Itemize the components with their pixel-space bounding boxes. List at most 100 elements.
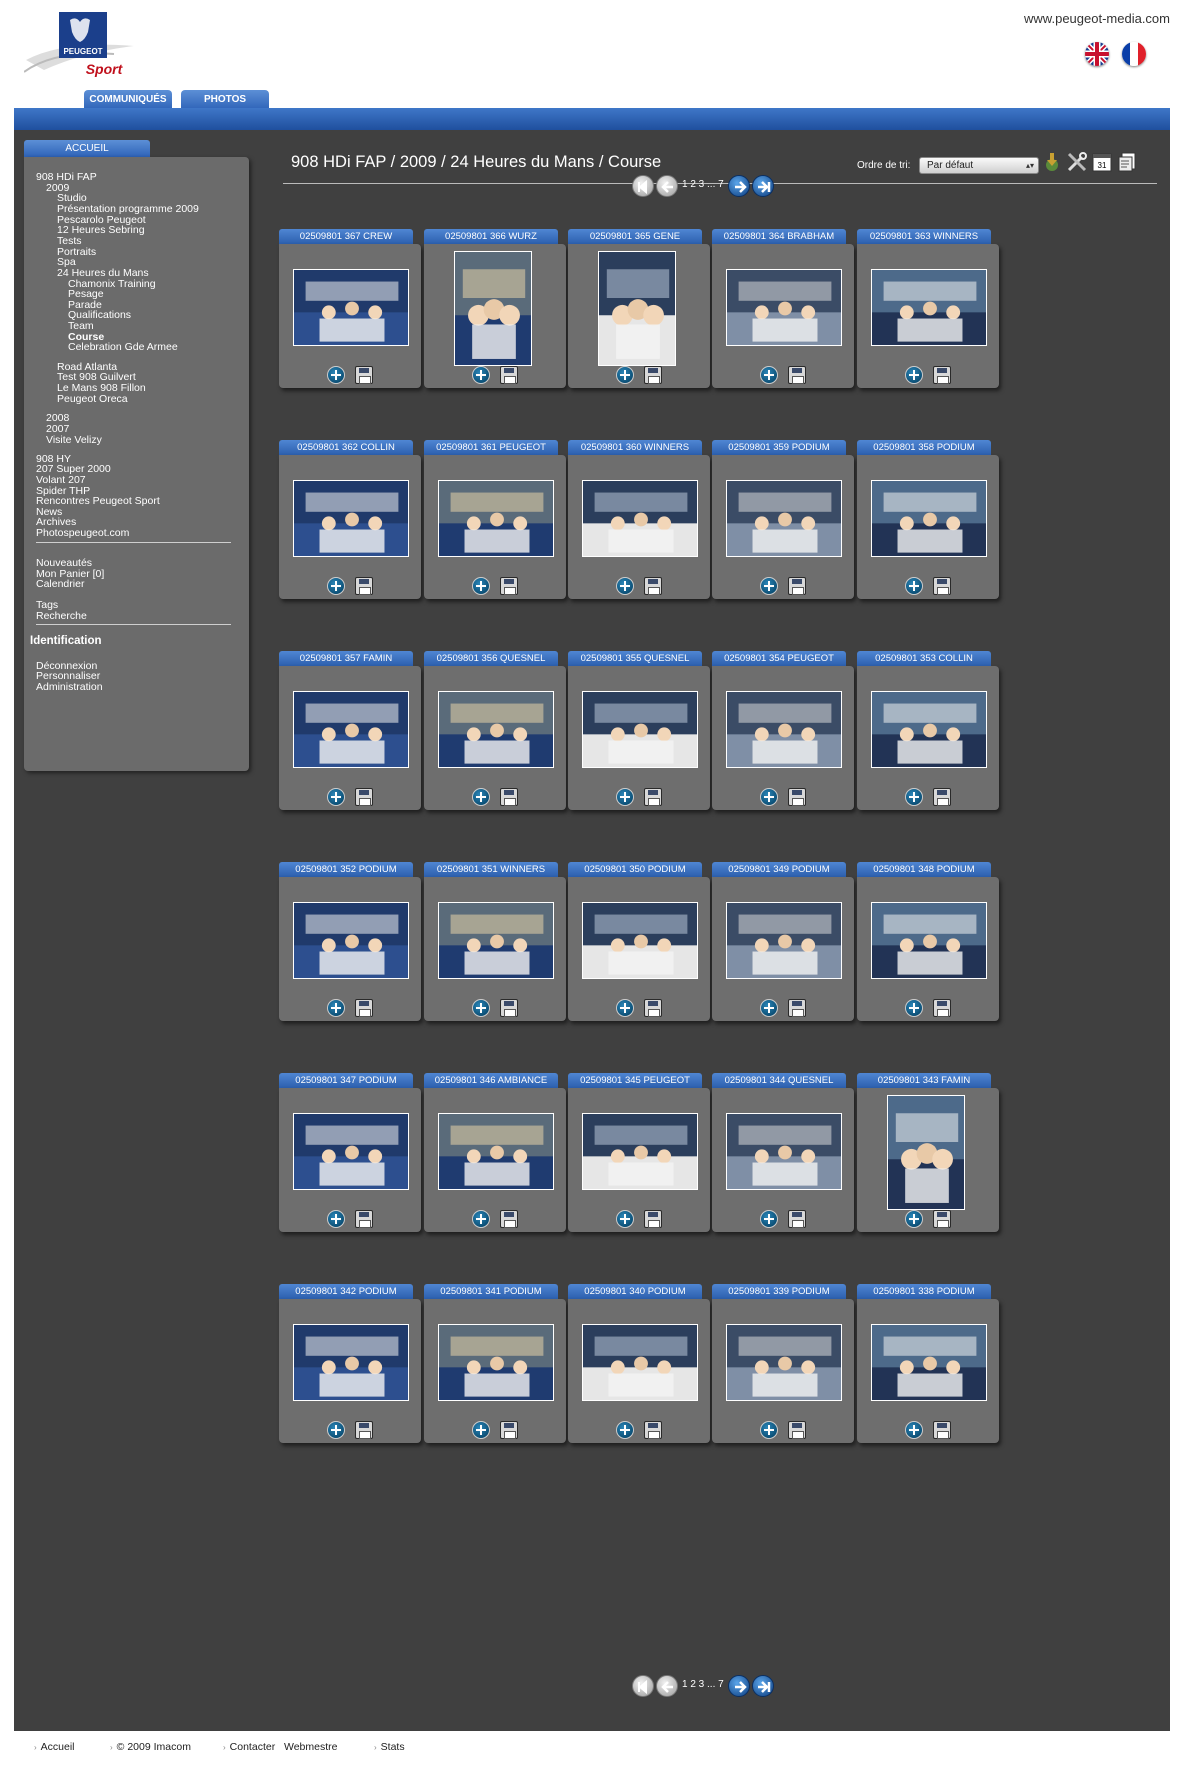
photo-title[interactable]: 02509801 349 PODIUM [712, 862, 846, 877]
add-to-cart-icon[interactable] [616, 1210, 634, 1228]
photo-title[interactable]: 02509801 356 QUESNEL [424, 651, 558, 666]
photo-thumbnail[interactable] [726, 1324, 842, 1401]
photo-title[interactable]: 02509801 346 AMBIANCE [424, 1073, 558, 1088]
add-to-cart-icon[interactable] [905, 366, 923, 384]
next-page-icon[interactable] [728, 1675, 750, 1697]
save-disk-icon[interactable] [933, 999, 951, 1017]
tab-photos[interactable]: PHOTOS [181, 90, 269, 110]
photo-title[interactable]: 02509801 342 PODIUM [279, 1284, 413, 1299]
add-to-cart-icon[interactable] [472, 577, 490, 595]
photo-thumbnail[interactable] [293, 1113, 409, 1190]
save-disk-icon[interactable] [788, 366, 806, 384]
photo-title[interactable]: 02509801 357 FAMIN [279, 651, 413, 666]
save-disk-icon[interactable] [788, 999, 806, 1017]
sort-select[interactable]: Par défaut ▴▾ [919, 157, 1039, 174]
photo-thumbnail[interactable] [438, 1113, 554, 1190]
nav-item[interactable]: Photospeugeot.com [36, 527, 129, 539]
save-disk-icon[interactable] [500, 788, 518, 806]
save-disk-icon[interactable] [788, 577, 806, 595]
photo-thumbnail[interactable] [871, 1324, 987, 1401]
add-to-cart-icon[interactable] [472, 1421, 490, 1439]
photo-thumbnail[interactable] [438, 1324, 554, 1401]
photo-thumbnail[interactable] [726, 902, 842, 979]
save-disk-icon[interactable] [644, 788, 662, 806]
photo-thumbnail[interactable] [582, 480, 698, 557]
photo-title[interactable]: 02509801 353 COLLIN [857, 651, 991, 666]
save-disk-icon[interactable] [788, 1210, 806, 1228]
save-disk-icon[interactable] [933, 1210, 951, 1228]
save-disk-icon[interactable] [788, 1421, 806, 1439]
save-disk-icon[interactable] [644, 577, 662, 595]
save-disk-icon[interactable] [644, 1421, 662, 1439]
page-numbers[interactable]: 1 2 3 ... 7 [682, 1679, 724, 1690]
add-to-cart-icon[interactable] [616, 788, 634, 806]
photo-title[interactable]: 02509801 359 PODIUM [712, 440, 846, 455]
last-page-icon[interactable] [752, 175, 774, 197]
photo-title[interactable]: 02509801 358 PODIUM [857, 440, 991, 455]
add-to-cart-icon[interactable] [616, 1421, 634, 1439]
download-icon[interactable] [1041, 151, 1063, 173]
add-to-cart-icon[interactable] [616, 577, 634, 595]
photo-thumbnail[interactable] [438, 691, 554, 768]
save-disk-icon[interactable] [788, 788, 806, 806]
add-to-cart-icon[interactable] [327, 577, 345, 595]
save-disk-icon[interactable] [644, 366, 662, 384]
add-to-cart-icon[interactable] [327, 1421, 345, 1439]
tab-communiques[interactable]: COMMUNIQUÉS [84, 90, 172, 110]
save-disk-icon[interactable] [500, 577, 518, 595]
add-to-cart-icon[interactable] [472, 788, 490, 806]
photo-thumbnail[interactable] [871, 691, 987, 768]
breadcrumb[interactable]: 908 HDi FAP / 2009 / 24 Heures du Mans /… [291, 153, 661, 172]
save-disk-icon[interactable] [355, 1421, 373, 1439]
photo-title[interactable]: 02509801 354 PEUGEOT [712, 651, 846, 666]
nav-item[interactable]: Visite Velizy [46, 434, 102, 446]
footer-link-accueil[interactable]: › Accueil [34, 1741, 75, 1753]
add-to-cart-icon[interactable] [472, 366, 490, 384]
photo-thumbnail[interactable] [887, 1095, 965, 1210]
add-to-cart-icon[interactable] [905, 788, 923, 806]
photo-title[interactable]: 02509801 345 PEUGEOT [568, 1073, 702, 1088]
first-page-icon[interactable] [632, 175, 654, 197]
photo-thumbnail[interactable] [726, 480, 842, 557]
save-disk-icon[interactable] [355, 366, 373, 384]
save-disk-icon[interactable] [933, 1421, 951, 1439]
add-to-cart-icon[interactable] [616, 999, 634, 1017]
add-to-cart-icon[interactable] [472, 999, 490, 1017]
save-disk-icon[interactable] [500, 999, 518, 1017]
photo-thumbnail[interactable] [871, 269, 987, 346]
save-disk-icon[interactable] [500, 366, 518, 384]
footer-link-contacter[interactable]: › Contacter [223, 1741, 275, 1753]
add-to-cart-icon[interactable] [760, 788, 778, 806]
photo-thumbnail[interactable] [454, 251, 532, 366]
photo-title[interactable]: 02509801 366 WURZ [424, 229, 558, 244]
photo-title[interactable]: 02509801 362 COLLIN [279, 440, 413, 455]
add-to-cart-icon[interactable] [327, 999, 345, 1017]
prev-page-icon[interactable] [656, 175, 678, 197]
prev-page-icon[interactable] [656, 1675, 678, 1697]
peugeot-sport-logo[interactable]: PEUGEOT Sport [23, 10, 154, 90]
footer-link-stats[interactable]: › Stats [374, 1741, 405, 1753]
photo-thumbnail[interactable] [726, 269, 842, 346]
photo-title[interactable]: 02509801 367 CREW [279, 229, 413, 244]
save-disk-icon[interactable] [933, 366, 951, 384]
add-to-cart-icon[interactable] [760, 999, 778, 1017]
add-to-cart-icon[interactable] [760, 577, 778, 595]
add-to-cart-icon[interactable] [905, 577, 923, 595]
photo-title[interactable]: 02509801 344 QUESNEL [712, 1073, 846, 1088]
tools-icon[interactable] [1066, 151, 1088, 173]
next-page-icon[interactable] [728, 175, 750, 197]
photo-title[interactable]: 02509801 365 GENE [568, 229, 702, 244]
site-url[interactable]: www.peugeot-media.com [1024, 11, 1170, 26]
add-to-cart-icon[interactable] [905, 1210, 923, 1228]
save-disk-icon[interactable] [355, 577, 373, 595]
photo-thumbnail[interactable] [726, 691, 842, 768]
photo-title[interactable]: 02509801 350 PODIUM [568, 862, 702, 877]
save-disk-icon[interactable] [933, 577, 951, 595]
save-disk-icon[interactable] [355, 1210, 373, 1228]
photo-thumbnail[interactable] [293, 691, 409, 768]
photo-thumbnail[interactable] [582, 691, 698, 768]
save-disk-icon[interactable] [933, 788, 951, 806]
last-page-icon[interactable] [752, 1675, 774, 1697]
add-to-cart-icon[interactable] [327, 788, 345, 806]
first-page-icon[interactable] [632, 1675, 654, 1697]
